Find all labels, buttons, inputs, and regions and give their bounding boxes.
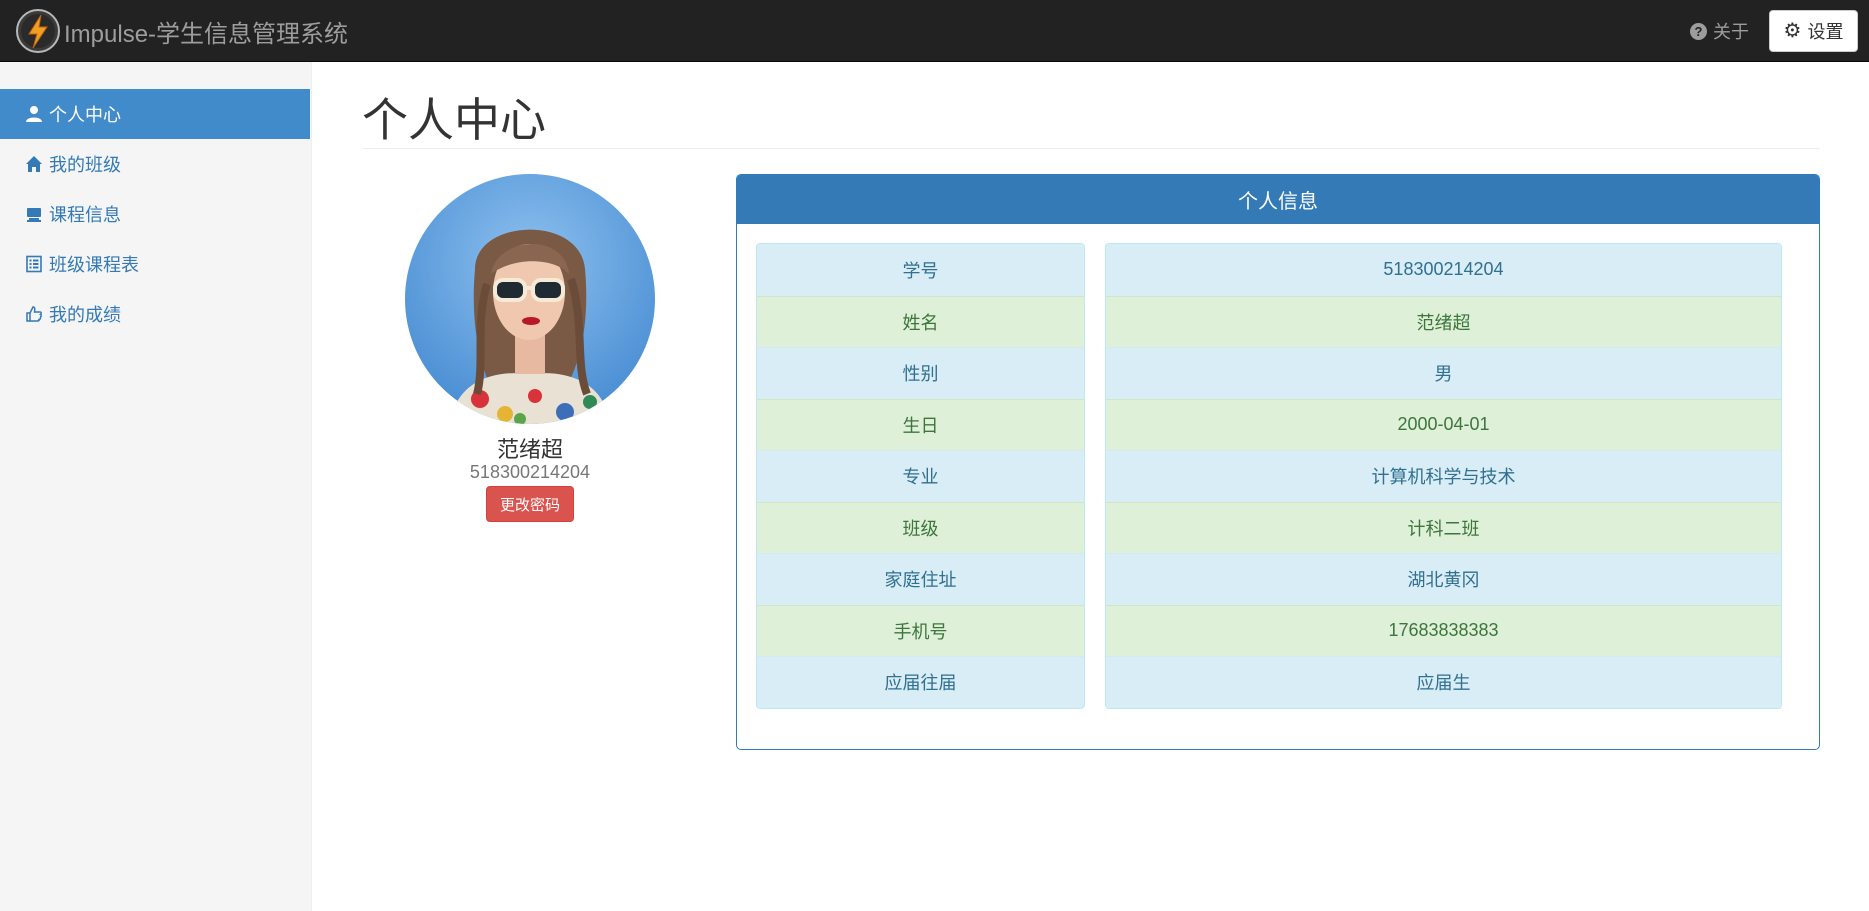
- blackboard-icon: [25, 205, 43, 223]
- panel-title: 个人信息: [737, 175, 1819, 224]
- info-value: 518300214204: [1106, 244, 1781, 296]
- info-value: 范绪超: [1106, 295, 1781, 347]
- sidebar-item-label: 我的班级: [49, 155, 121, 175]
- personal-info-panel: 个人信息 学号 姓名 性别 生日 专业 班级 家庭住址 手机号 应届往届 518…: [736, 174, 1820, 750]
- lightning-logo-icon: [16, 9, 60, 53]
- app-title: Impulse-学生信息管理系统: [64, 20, 349, 48]
- sidebar: 个人中心 我的班级 课程信息 班级课程表 我的成绩: [0, 62, 312, 911]
- sidebar-item-label: 我的成绩: [49, 305, 121, 325]
- sidebar-item-personal-center[interactable]: 个人中心: [0, 89, 310, 139]
- settings-label: 设置: [1807, 22, 1844, 42]
- info-label: 姓名: [757, 295, 1084, 347]
- info-value: 湖北黄冈: [1106, 553, 1781, 605]
- info-label: 应届往届: [757, 656, 1084, 708]
- info-value-column: 518300214204 范绪超 男 2000-04-01 计算机科学与技术 计…: [1105, 243, 1782, 709]
- info-value: 17683838383: [1106, 604, 1781, 656]
- info-value: 男: [1106, 347, 1781, 399]
- top-navbar: Impulse-学生信息管理系统 ? 关于 ⚙ 设置: [0, 0, 1869, 62]
- profile-name: 范绪超: [496, 437, 563, 462]
- user-icon: [25, 105, 43, 123]
- sidebar-item-my-grades[interactable]: 我的成绩: [0, 289, 310, 339]
- info-label-column: 学号 姓名 性别 生日 专业 班级 家庭住址 手机号 应届往届: [756, 243, 1085, 709]
- sidebar-item-label: 课程信息: [49, 205, 121, 225]
- info-label: 班级: [757, 501, 1084, 553]
- info-label: 手机号: [757, 604, 1084, 656]
- info-value: 计科二班: [1106, 501, 1781, 553]
- info-value: 计算机科学与技术: [1106, 450, 1781, 502]
- question-circle-icon: ?: [1690, 22, 1707, 40]
- info-label: 专业: [757, 450, 1084, 502]
- brand[interactable]: Impulse-学生信息管理系统: [14, 6, 348, 56]
- sidebar-item-class-schedule[interactable]: 班级课程表: [0, 239, 310, 289]
- profile-student-id: 518300214204: [469, 462, 591, 482]
- sidebar-item-label: 班级课程表: [49, 255, 139, 275]
- info-label: 学号: [757, 244, 1084, 296]
- page-title: 个人中心: [362, 94, 546, 146]
- about-label: 关于: [1713, 22, 1749, 42]
- sidebar-item-label: 个人中心: [49, 105, 121, 125]
- title-divider: [362, 148, 1820, 149]
- list-alt-icon: [25, 255, 43, 273]
- info-label: 生日: [757, 398, 1084, 450]
- settings-button[interactable]: ⚙ 设置: [1769, 10, 1858, 52]
- info-label: 家庭住址: [757, 553, 1084, 605]
- avatar: [405, 174, 655, 424]
- gear-icon: ⚙: [1783, 20, 1802, 42]
- change-password-button[interactable]: 更改密码: [486, 486, 574, 522]
- info-value: 应届生: [1106, 656, 1781, 708]
- sidebar-item-my-class[interactable]: 我的班级: [0, 139, 310, 189]
- home-icon: [25, 155, 43, 173]
- thumbs-up-icon: [25, 305, 43, 323]
- sidebar-item-course-info[interactable]: 课程信息: [0, 189, 310, 239]
- about-link[interactable]: ? 关于: [1690, 18, 1749, 44]
- info-label: 性别: [757, 347, 1084, 399]
- info-value: 2000-04-01: [1106, 398, 1781, 450]
- avatar-photo: [405, 174, 655, 424]
